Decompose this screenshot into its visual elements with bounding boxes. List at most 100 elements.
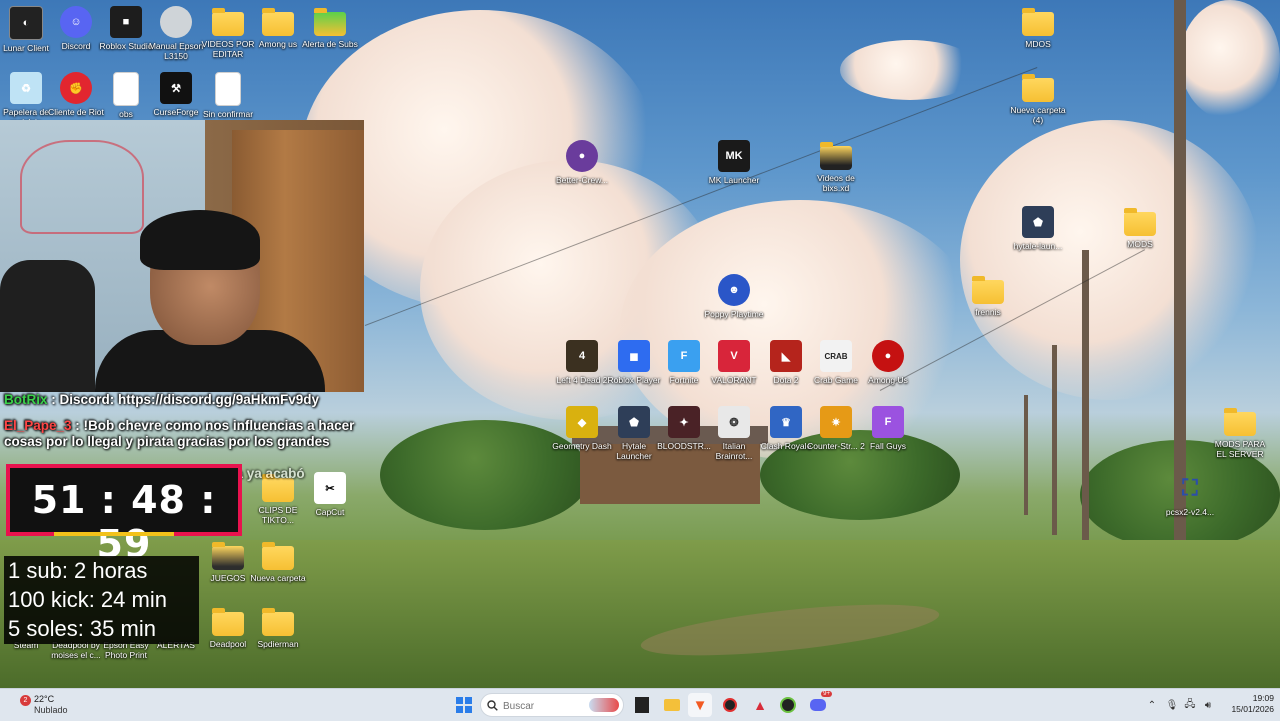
desktop-icon-italian-brainrot[interactable]: ❂ Italian Brainrot... bbox=[704, 406, 764, 461]
icon-label: Counter-Str... 2 bbox=[807, 441, 865, 451]
desktop-icon-frennis[interactable]: frennis bbox=[958, 274, 1018, 317]
timer-hours: 51 bbox=[31, 478, 87, 522]
xbox-icon bbox=[780, 697, 796, 713]
desktop-icon-counter-strike-2[interactable]: ✷ Counter-Str... 2 bbox=[806, 406, 866, 451]
roblox-studio-icon: ■ bbox=[110, 6, 142, 38]
weather-badge: 2 bbox=[20, 695, 31, 706]
crab-game-icon: CRAB bbox=[820, 340, 852, 372]
taskbar-search[interactable] bbox=[480, 693, 624, 717]
webcam-chair bbox=[0, 260, 95, 392]
search-input[interactable] bbox=[501, 698, 585, 714]
taskbar-clock[interactable]: 19:09 15/01/2026 bbox=[1222, 693, 1274, 715]
search-highlight-icon bbox=[589, 698, 619, 712]
desktop-icon-better-crewlink[interactable]: ● Better-Crew... bbox=[552, 140, 612, 185]
discord-icon: ☺ bbox=[60, 6, 92, 38]
desktop-icon-mdos[interactable]: MDOS bbox=[1008, 6, 1068, 49]
power-pole bbox=[1024, 395, 1028, 515]
xbox-button[interactable] bbox=[776, 693, 800, 717]
timer-minutes: 48 bbox=[131, 478, 186, 522]
desktop-icon-nueva-carpeta[interactable]: Nueva carpeta bbox=[248, 540, 308, 583]
chat-separator: : bbox=[71, 418, 84, 433]
better-crewlink-icon: ● bbox=[566, 140, 598, 172]
icon-label: Crab Game bbox=[814, 375, 858, 385]
clock-time: 19:09 bbox=[1252, 693, 1274, 703]
desktop-icon-geometry-dash[interactable]: ◆ Geometry Dash bbox=[552, 406, 612, 451]
desktop-icon-curseforge[interactable]: ⚒ CurseForge bbox=[146, 72, 206, 117]
chat-text: Discord: https://discord.gg/9aHkmFv9dy bbox=[59, 392, 320, 407]
desktop-icon-hytale-launcher-shortcut[interactable]: ⬟ hytale-laun... bbox=[1008, 206, 1068, 251]
icon-label: Videos de bixs.xd bbox=[817, 173, 855, 193]
desktop-icon-mk-launcher[interactable]: MK MK Launcher bbox=[704, 140, 764, 185]
folder-icon bbox=[1022, 74, 1054, 102]
cloud bbox=[1180, 0, 1280, 120]
volume-button[interactable]: 🔊︎ bbox=[1196, 693, 1220, 717]
clock-date: 15/01/2026 bbox=[1231, 704, 1274, 714]
desktop-icon-alerta-de-subs[interactable]: Alerta de Subs bbox=[300, 6, 360, 49]
speaker-icon: 🔊︎ bbox=[1204, 699, 1212, 711]
weather-temp: 22°C bbox=[34, 694, 55, 704]
windows-icon bbox=[456, 697, 472, 713]
power-pole bbox=[1052, 345, 1057, 535]
file-icon bbox=[215, 72, 241, 106]
desktop-icon-nueva-carpeta-4[interactable]: Nueva carpeta (4) bbox=[1008, 72, 1068, 125]
desktop-icon-poppy-playtime[interactable]: ☻ Poppy Playtime bbox=[704, 274, 764, 319]
icon-label: hytale-laun... bbox=[1013, 241, 1063, 251]
file-explorer-button[interactable] bbox=[660, 693, 684, 717]
chat-username: El_Pape_3 bbox=[4, 418, 72, 433]
curseforge-icon: ⚒ bbox=[160, 72, 192, 104]
icon-label: Fall Guys bbox=[870, 441, 906, 451]
taskbar: 2 22°C Nublado ▼ ▲ 9+ ⌃ 🎙︎ 🖧︎ 🔊︎ 19:09 1… bbox=[0, 688, 1280, 721]
cloud bbox=[960, 120, 1260, 400]
desktop-icon-manual-epson[interactable]: Manual Epson L3150 bbox=[146, 6, 206, 61]
desktop-icon-crab-game[interactable]: CRAB Crab Game bbox=[806, 340, 866, 385]
desktop-icon-mods-para-el-server[interactable]: MODS PARA EL SERVER bbox=[1210, 406, 1270, 459]
discord-taskbar-button[interactable]: 9+ bbox=[806, 691, 832, 717]
hytale-icon: ⬟ bbox=[1022, 206, 1054, 238]
brave-icon: ▼ bbox=[692, 696, 708, 714]
icon-label: MDOS bbox=[1025, 39, 1051, 49]
chevron-up-icon: ⌃ bbox=[1147, 699, 1157, 711]
icon-label: Among Us bbox=[868, 375, 908, 385]
roblox-player-icon: ◼ bbox=[618, 340, 650, 372]
timer-separator: : bbox=[186, 478, 217, 522]
weather-widget[interactable]: 2 22°C Nublado bbox=[16, 693, 96, 717]
weather-condition: Nublado bbox=[34, 705, 68, 715]
icon-label: frennis bbox=[975, 307, 1001, 317]
folder-icon bbox=[1224, 408, 1256, 436]
icon-label: CapCut bbox=[315, 507, 345, 517]
webcam-overlay bbox=[0, 120, 364, 392]
mk-launcher-icon: MK bbox=[718, 140, 750, 172]
poppy-playtime-icon: ☻ bbox=[718, 274, 750, 306]
triangle-icon: ▲ bbox=[753, 697, 767, 713]
manual-icon bbox=[160, 6, 192, 38]
desktop-icon-spdierman[interactable]: Spdierman bbox=[248, 606, 308, 649]
desktop-icon-mods[interactable]: MODS bbox=[1110, 206, 1170, 249]
power-pole bbox=[1082, 250, 1089, 540]
geometry-dash-icon: ◆ bbox=[566, 406, 598, 438]
desktop-icon-sin-confirmar[interactable]: Sin confirmar bbox=[198, 72, 258, 119]
task-view-button[interactable] bbox=[630, 693, 654, 717]
bloodstrike-icon: ✦ bbox=[668, 406, 700, 438]
launcher-button[interactable]: ▲ bbox=[748, 693, 772, 717]
desktop-icon-pcsx2[interactable]: ⛶ pcsx2-v2.4... bbox=[1160, 472, 1220, 517]
folder-icon bbox=[262, 542, 294, 570]
icon-label: VALORANT bbox=[711, 375, 757, 385]
icon-label: MK Launcher bbox=[708, 175, 760, 185]
desktop-icon-fall-guys[interactable]: F Fall Guys bbox=[858, 406, 918, 451]
folder-icon bbox=[820, 142, 852, 170]
desktop-icon-among-us[interactable]: ● Among Us bbox=[858, 340, 918, 385]
desktop-icon-videos-de-bixs[interactable]: Videos de bixs.xd bbox=[806, 140, 866, 193]
desktop-icon-valorant[interactable]: V VALORANT bbox=[704, 340, 764, 385]
brain-icon: ❂ bbox=[718, 406, 750, 438]
start-button[interactable] bbox=[452, 693, 476, 717]
icon-label: Geometry Dash bbox=[552, 441, 612, 451]
desktop-icon-among-us-folder[interactable]: Among us bbox=[248, 6, 308, 49]
left-4-dead-icon: 4 bbox=[566, 340, 598, 372]
folder-icon bbox=[314, 8, 346, 36]
subathon-timer: 51 : 48 : 59 bbox=[6, 464, 242, 566]
desktop-icon-left-4-dead-2[interactable]: 4 Left 4 Dead 2 bbox=[552, 340, 612, 385]
folder-icon bbox=[1124, 208, 1156, 236]
folder-icon bbox=[262, 608, 294, 636]
brave-browser-button[interactable]: ▼ bbox=[688, 693, 712, 717]
app-button[interactable] bbox=[718, 693, 742, 717]
